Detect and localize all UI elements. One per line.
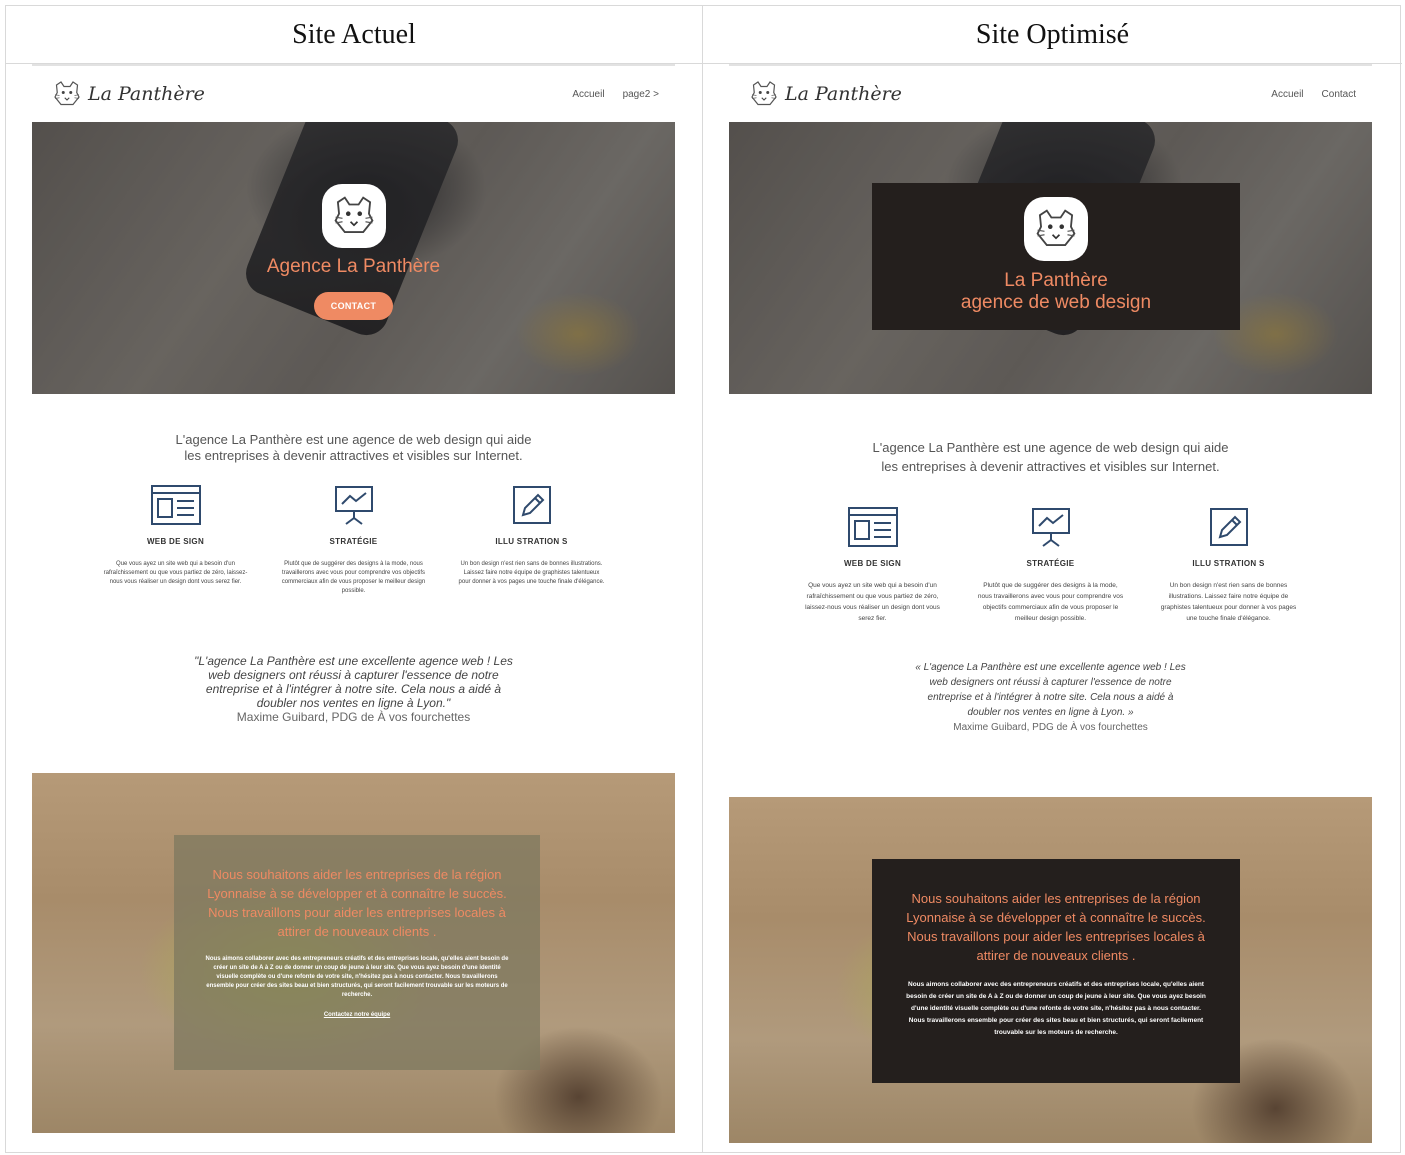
web-design-icon: [847, 507, 898, 547]
hero-title-line1: La Panthère: [1004, 270, 1108, 291]
feature-illustrations: ILLU STRATION S Un bon design n'est rien…: [458, 484, 606, 596]
testimonial-quote: "L'agence La Panthère est une excellente…: [32, 654, 675, 710]
nav-links: Accueil Contact: [1271, 89, 1356, 100]
comparison-table: Site Actuel La Panthère Accueil page2 >: [5, 5, 1402, 1153]
mission-box: Nous souhaitons aider les entreprises de…: [174, 835, 540, 1070]
intro-line: L'agence La Panthère est une agence de w…: [872, 440, 1229, 455]
quote-line: web designers ont réussi à capturer l'es…: [929, 677, 1172, 688]
testimonial-quote: « L'agence La Panthère est une excellent…: [729, 660, 1372, 720]
mission-title: Nous souhaitons aider les entreprises de…: [207, 867, 507, 939]
presentation-chart-icon: [1031, 508, 1070, 547]
intro-text: L'agence La Panthère est une agence de w…: [32, 432, 675, 464]
panther-logo-icon: [751, 81, 777, 106]
web-design-icon: [150, 485, 201, 525]
contact-team-link[interactable]: Contactez notre équipe: [204, 1012, 510, 1018]
hero-title: Agence La Panthère: [266, 256, 441, 277]
features-row: WEB DE SIGN Que vous ayez un site web qu…: [729, 506, 1372, 624]
intro-line: les entreprises à devenir attractives et…: [184, 448, 523, 463]
hero-title-line2: agence de web design: [960, 292, 1152, 313]
hero-section: La Panthère agence de web design: [729, 122, 1372, 394]
feature-title: STRATÉGIE: [329, 537, 378, 546]
site-brand[interactable]: La Panthère: [749, 80, 902, 108]
feature-title: ILLU STRATION S: [1192, 559, 1265, 568]
pencil-icon: [1209, 508, 1248, 546]
feature-title: ILLU STRATION S: [495, 537, 568, 546]
site-brand[interactable]: La Panthère: [52, 80, 205, 108]
mission-text: Nous aimons collaborer avec des entrepre…: [205, 956, 509, 998]
feature-title: STRATÉGIE: [1026, 559, 1075, 568]
brand-name: La Panthère: [785, 83, 902, 105]
mission-text: Nous aimons collaborer avec des entrepre…: [906, 981, 1206, 1036]
intro-line: les entreprises à devenir attractives et…: [881, 459, 1220, 474]
bottom-banner: Nous souhaitons aider les entreprises de…: [729, 797, 1372, 1143]
contact-button[interactable]: CONTACT: [313, 292, 394, 320]
pencil-icon: [512, 486, 551, 524]
quote-line: entreprise et à l'intégrer à notre site.…: [205, 682, 502, 696]
presentation-chart-icon: [334, 486, 373, 525]
panther-badge: [1024, 197, 1088, 261]
panther-logo-icon: [54, 81, 80, 106]
column-header-optimized: Site Optimisé: [703, 6, 1402, 64]
site-navbar: La Panthère Accueil page2 >: [32, 64, 675, 122]
nav-link-page2[interactable]: page2 >: [623, 89, 659, 100]
bottom-banner: Nous souhaitons aider les entreprises de…: [32, 773, 675, 1133]
hero-title-box: La Panthère agence de web design: [872, 183, 1240, 330]
feature-web-design: WEB DE SIGN Que vous ayez un site web qu…: [102, 484, 250, 596]
feature-text: Que vous ayez un site web qui a besoin d…: [805, 582, 940, 622]
nav-link-contact[interactable]: Contact: [1322, 89, 1356, 100]
brand-name: La Panthère: [88, 83, 205, 105]
feature-strategy: STRATÉGIE Plutôt que de suggérer des des…: [977, 506, 1125, 624]
quote-line: entreprise et à l'intégrer à notre site.…: [927, 692, 1174, 703]
feature-text: Plutôt que de suggérer des designs à la …: [281, 561, 426, 594]
hero-content: Agence La Panthère CONTACT: [32, 122, 675, 394]
feature-illustrations: ILLU STRATION S Un bon design n'est rien…: [1155, 506, 1303, 624]
feature-strategy: STRATÉGIE Plutôt que de suggérer des des…: [280, 484, 428, 596]
testimonial-author: Maxime Guibard, PDG de À vos fourchettes: [953, 722, 1148, 733]
feature-text: Un bon design n'est rien sans de bonnes …: [1160, 582, 1297, 622]
column-current-site: Site Actuel La Panthère Accueil page2 >: [6, 6, 703, 1152]
feature-text: Plutôt que de suggérer des designs à la …: [977, 582, 1124, 622]
feature-text: Que vous ayez un site web qui a besoin d…: [103, 561, 248, 585]
feature-title: WEB DE SIGN: [843, 559, 902, 568]
nav-links: Accueil page2 >: [572, 89, 659, 100]
hero-section: Agence La Panthère CONTACT: [32, 122, 675, 394]
intro-line: L'agence La Panthère est une agence de w…: [175, 432, 532, 447]
features-row: WEB DE SIGN Que vous ayez un site web qu…: [32, 484, 675, 596]
column-optimized-site: Site Optimisé La Panthère Accueil Contac…: [703, 6, 1402, 1152]
feature-web-design: WEB DE SIGN Que vous ayez un site web qu…: [799, 506, 947, 624]
quote-line: doubler nos ventes en ligne à Lyon.": [256, 696, 451, 710]
mission-title: Nous souhaitons aider les entreprises de…: [906, 891, 1206, 963]
intro-text: L'agence La Panthère est une agence de w…: [729, 438, 1372, 476]
site-navbar: La Panthère Accueil Contact: [729, 64, 1372, 122]
feature-title: WEB DE SIGN: [146, 537, 205, 546]
quote-line: « L'agence La Panthère est une excellent…: [915, 662, 1186, 673]
testimonial-author: Maxime Guibard, PDG de À vos fourchettes: [236, 710, 471, 724]
nav-link-home[interactable]: Accueil: [1271, 89, 1303, 100]
quote-line: doubler nos ventes en ligne à Lyon. »: [967, 707, 1134, 718]
panther-logo-icon: [1036, 209, 1076, 247]
quote-line: web designers ont réussi à capturer l'es…: [208, 668, 499, 682]
panther-badge: [321, 184, 386, 248]
column-header-current: Site Actuel: [6, 6, 702, 64]
current-site-mockup: La Panthère Accueil page2 > Agence La Pa…: [32, 64, 675, 724]
quote-line: "L'agence La Panthère est une excellente…: [194, 654, 513, 668]
nav-link-home[interactable]: Accueil: [572, 89, 604, 100]
optimized-site-mockup: La Panthère Accueil Contact La Panthère …: [729, 64, 1372, 735]
feature-text: Un bon design n'est rien sans de bonnes …: [458, 561, 605, 585]
panther-logo-icon: [334, 196, 373, 234]
mission-box: Nous souhaitons aider les entreprises de…: [872, 859, 1240, 1083]
